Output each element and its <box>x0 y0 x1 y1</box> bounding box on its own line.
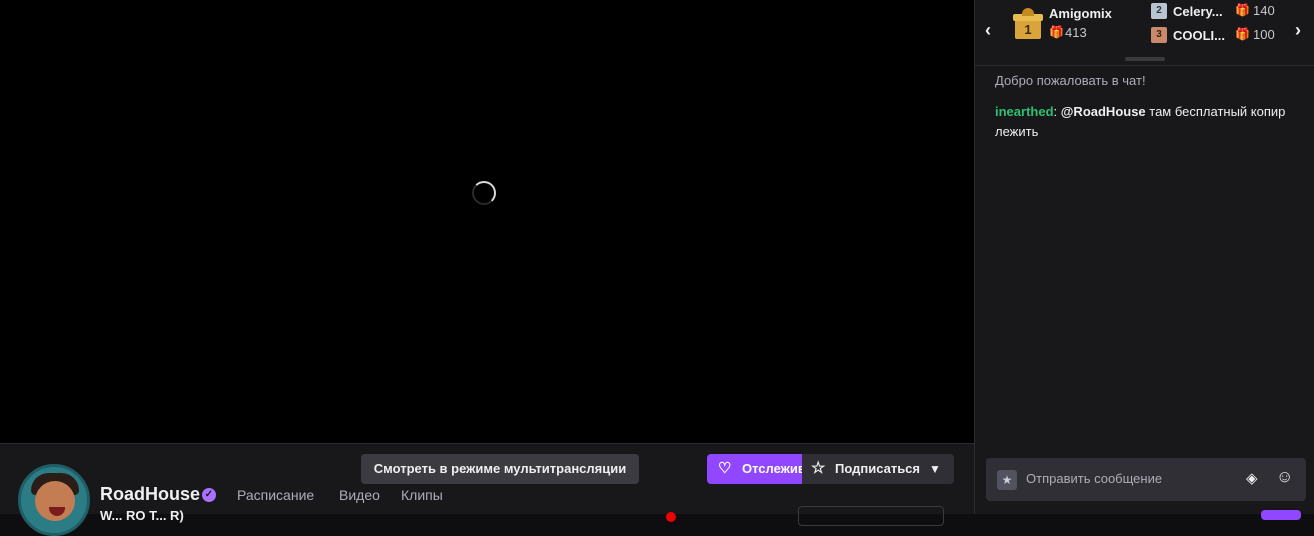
leader-name-3[interactable]: COOLI... <box>1173 28 1225 43</box>
collapse-handle[interactable] <box>1125 57 1165 61</box>
chat-input-placeholder: Отправить сообщение <box>1026 471 1163 486</box>
gold-gift-badge-icon: 1 <box>1013 8 1043 40</box>
badge-star-icon[interactable]: ★ <box>997 470 1017 490</box>
chat-welcome: Добро пожаловать в чат! <box>995 73 1146 88</box>
chat-send-button[interactable] <box>1261 510 1301 520</box>
loading-spinner-icon <box>472 181 496 205</box>
leader-name-1[interactable]: Amigomix <box>1049 6 1112 21</box>
follow-label: Отслеживать <box>742 461 802 476</box>
bronze-gift-badge-icon: 3 <box>1151 27 1167 43</box>
follow-button[interactable]: ♡ Отслеживать <box>707 454 802 484</box>
gift-leaderboard: ‹ › 1 Amigomix 🎁 413 2 Celery... 🎁 140 3… <box>975 0 1314 66</box>
tab-clips[interactable]: Клипы <box>401 487 443 503</box>
leader-count-2: 140 <box>1253 3 1275 18</box>
channel-name[interactable]: RoadHouse <box>100 484 200 505</box>
chat-mention[interactable]: @RoadHouse <box>1061 104 1146 119</box>
leader-count-1: 413 <box>1065 25 1087 40</box>
channel-avatar[interactable] <box>18 464 90 536</box>
star-icon: ☆ <box>811 460 826 477</box>
chat-panel: ‹ › 1 Amigomix 🎁 413 2 Celery... 🎁 140 3… <box>974 0 1314 520</box>
emote-picker-icon[interactable]: ☺ <box>1276 467 1293 487</box>
stream-title: W... RO T... R) <box>100 508 184 523</box>
gift-icon: 🎁 <box>1049 25 1064 39</box>
chat-input[interactable]: ★ Отправить сообщение ◈ ☺ <box>986 458 1306 501</box>
channel-info-bar: RoadHouse ✓ Расписание Видео Клипы W... … <box>0 443 974 536</box>
multiview-tooltip: Смотреть в режиме мультитрансляции <box>361 454 639 484</box>
chat-username[interactable]: inearthed <box>995 104 1054 119</box>
video-player[interactable] <box>0 0 974 443</box>
partial-button[interactable] <box>798 506 944 526</box>
leader-name-2[interactable]: Celery... <box>1173 4 1223 19</box>
verified-check-icon: ✓ <box>202 488 216 502</box>
leader-count-3: 100 <box>1253 27 1275 42</box>
chevron-left-icon[interactable]: ‹ <box>985 20 991 41</box>
bits-icon[interactable]: ◈ <box>1246 469 1258 487</box>
heart-icon: ♡ <box>718 460 732 477</box>
chat-message: inearthed: @RoadHouse там бесплатный коп… <box>995 104 1286 139</box>
silver-gift-badge-icon: 2 <box>1151 3 1167 19</box>
tab-videos[interactable]: Видео <box>339 487 380 503</box>
tab-schedule[interactable]: Расписание <box>237 487 314 503</box>
gift-icon: 🎁 <box>1235 3 1250 17</box>
subscribe-button[interactable]: ☆ Подписаться ▼ <box>802 454 954 484</box>
gift-icon: 🎁 <box>1235 27 1250 41</box>
chevron-right-icon[interactable]: › <box>1295 20 1301 41</box>
chevron-down-icon: ▼ <box>929 462 941 476</box>
subscribe-label: Подписаться <box>835 461 921 476</box>
